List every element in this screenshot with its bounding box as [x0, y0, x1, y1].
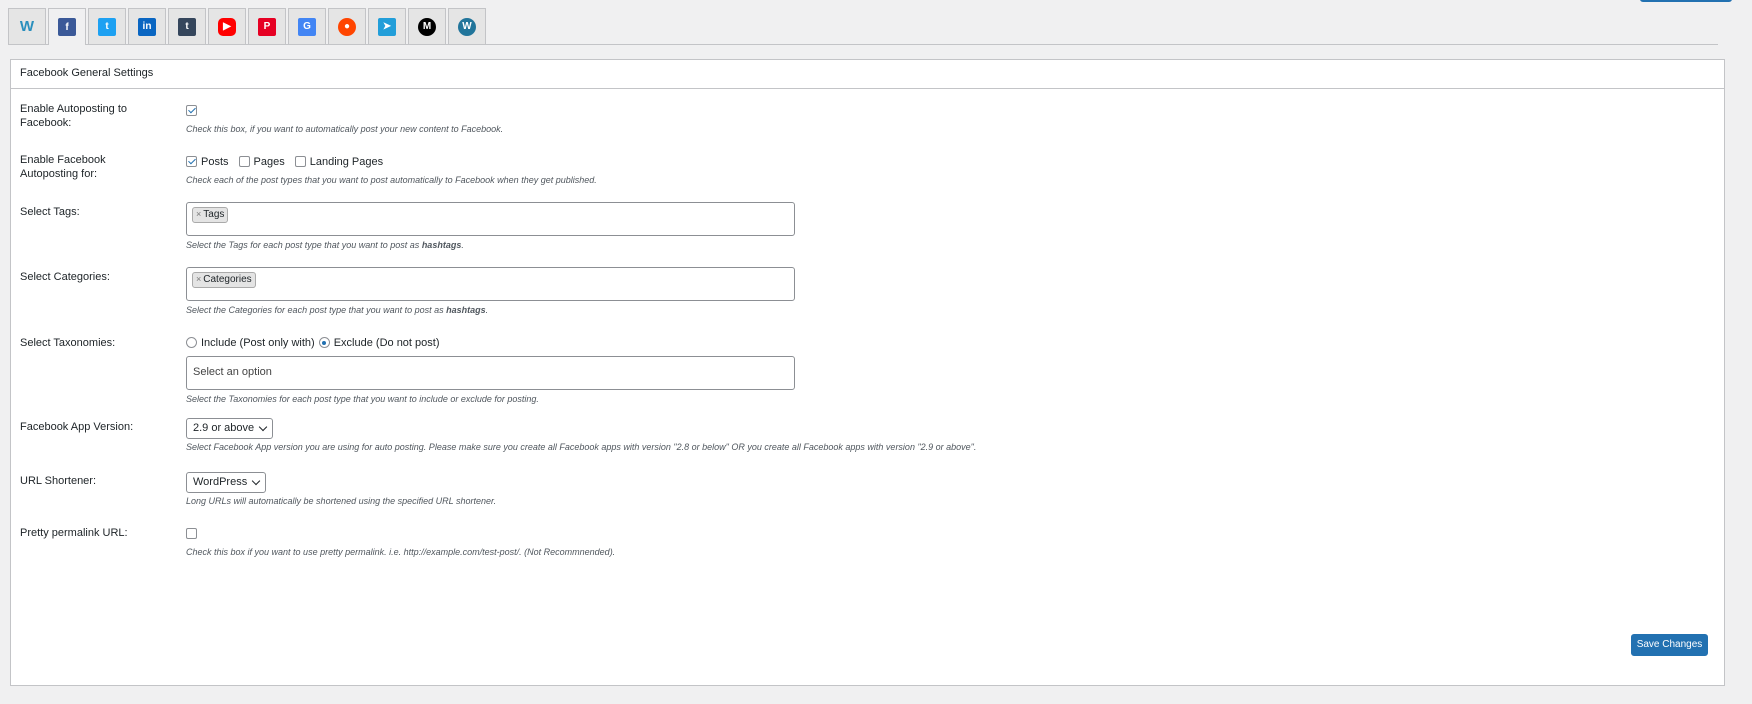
- remove-category-icon[interactable]: ×: [196, 274, 201, 284]
- shortener-description: Long URLs will automatically be shortene…: [186, 495, 497, 506]
- tab-linkedin[interactable]: in: [128, 8, 166, 44]
- shortener-value: WordPress: [193, 476, 248, 488]
- tab-pinterest[interactable]: P: [248, 8, 286, 44]
- tumblr-icon: t: [178, 17, 196, 36]
- post-types-description: Check each of the post types that you wa…: [186, 175, 597, 185]
- categories-label: Select Categories:: [20, 271, 110, 283]
- tab-telegram[interactable]: ➤: [368, 8, 406, 44]
- tab-wpw[interactable]: W: [8, 8, 46, 44]
- categories-chip-label: Categories: [203, 274, 252, 285]
- post-types-label: Enable Facebook Autoposting for:: [20, 154, 106, 180]
- twitter-icon: t: [98, 17, 116, 36]
- wpw-icon: W: [19, 18, 35, 35]
- settings-panel: Facebook General Settings Enable Autopos…: [10, 59, 1725, 686]
- tags-desc-end: .: [461, 240, 464, 250]
- pinterest-icon: P: [258, 17, 276, 36]
- taxonomies-placeholder: Select an option: [193, 366, 272, 378]
- autopost-checkbox[interactable]: [186, 105, 197, 116]
- tab-wordpress[interactable]: W: [448, 8, 486, 44]
- include-radio-label: Include (Post only with): [201, 336, 315, 349]
- top-action-button[interactable]: [1640, 0, 1732, 2]
- facebook-icon: f: [58, 18, 76, 36]
- shortener-select[interactable]: WordPress: [186, 471, 267, 493]
- remove-tag-icon[interactable]: ×: [196, 209, 201, 219]
- tab-reddit[interactable]: ●: [328, 8, 366, 44]
- linkedin-icon: in: [138, 17, 156, 36]
- google-my-business-icon: G: [298, 17, 316, 36]
- categories-select[interactable]: × Categories: [186, 267, 795, 301]
- pages-option-label: Pages: [253, 155, 285, 168]
- landing-pages-checkbox[interactable]: [294, 156, 306, 167]
- youtube-icon: ▶: [218, 17, 236, 36]
- tags-description: Select the Tags for each post type that …: [186, 240, 795, 250]
- posts-option-label: Posts: [201, 155, 229, 168]
- tags-desc-text: Select the Tags for each post type that …: [186, 240, 422, 250]
- include-radio[interactable]: [186, 337, 197, 348]
- pages-checkbox[interactable]: [238, 156, 250, 167]
- autopost-label: Enable Autoposting to Facebook:: [20, 103, 128, 129]
- tags-chip-label: Tags: [203, 209, 225, 220]
- autopost-description: Check this box, if you want to automatic…: [186, 124, 504, 134]
- tags-chip[interactable]: × Tags: [192, 207, 229, 223]
- save-changes-button[interactable]: Save Changes: [1631, 634, 1708, 656]
- app-version-value: 2.9 or above: [193, 422, 255, 434]
- categories-desc-bold: hashtags: [446, 305, 486, 315]
- medium-icon: M: [418, 17, 436, 36]
- reddit-icon: ●: [338, 17, 356, 36]
- exclude-radio-label: Exclude (Do not post): [333, 336, 440, 349]
- categories-description: Select the Categories for each post type…: [186, 305, 795, 315]
- tab-twitter[interactable]: t: [88, 8, 126, 44]
- pretty-permalink-label: Pretty permalink URL:: [20, 527, 128, 539]
- landing-pages-option-label: Landing Pages: [309, 155, 384, 168]
- tags-desc-bold: hashtags: [421, 240, 462, 250]
- taxonomies-label: Select Taxonomies:: [20, 337, 116, 349]
- chevron-down-icon: [258, 422, 268, 431]
- pretty-permalink-description: Check this box if you want to use pretty…: [186, 547, 616, 557]
- categories-desc-end: .: [485, 305, 489, 315]
- tab-medium[interactable]: M: [408, 8, 446, 44]
- app-version-label: Facebook App Version:: [20, 421, 134, 433]
- categories-desc-text: Select the Categories for each post type…: [186, 305, 447, 315]
- taxonomies-select[interactable]: Select an option: [186, 356, 795, 390]
- wordpress-icon: W: [458, 17, 476, 36]
- telegram-icon: ➤: [378, 17, 396, 36]
- app-version-description: Select Facebook App version you are usin…: [186, 441, 977, 452]
- categories-chip[interactable]: × Categories: [192, 272, 256, 288]
- taxonomies-description: Select the Taxonomies for each post type…: [186, 394, 539, 404]
- tab-google-my-business[interactable]: G: [288, 8, 326, 44]
- app-version-select[interactable]: 2.9 or above: [186, 417, 274, 439]
- panel-title: Facebook General Settings: [11, 60, 1724, 89]
- posts-checkbox[interactable]: [186, 156, 197, 167]
- social-tabs: Wf t in t ▶ P G ● ➤ M W: [8, 8, 1718, 45]
- shortener-label: URL Shortener:: [20, 475, 97, 487]
- exclude-radio[interactable]: [318, 337, 330, 348]
- tab-tumblr[interactable]: t: [168, 8, 206, 44]
- tab-youtube[interactable]: ▶: [208, 8, 246, 44]
- tags-select[interactable]: × Tags: [186, 202, 795, 236]
- tab-facebook[interactable]: f: [48, 8, 86, 45]
- pretty-permalink-checkbox[interactable]: [186, 528, 197, 539]
- tags-label: Select Tags:: [20, 206, 80, 218]
- chevron-down-icon: [251, 476, 261, 485]
